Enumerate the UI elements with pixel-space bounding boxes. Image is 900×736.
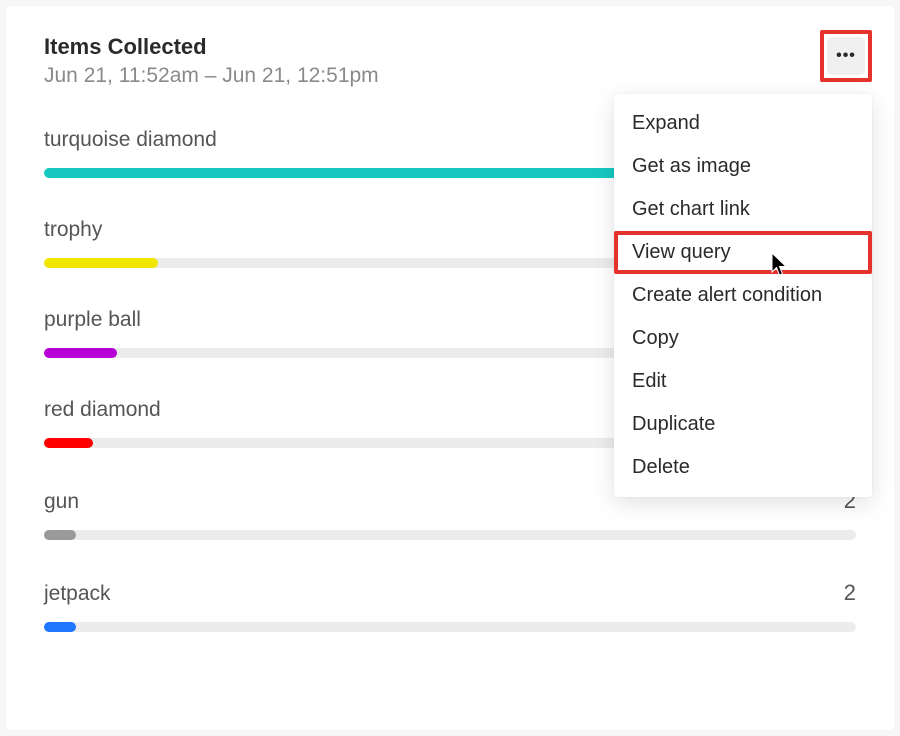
bar-row: jetpack 2 <box>44 580 856 632</box>
menu-item-get-chart-link[interactable]: Get chart link <box>614 188 872 231</box>
menu-item-edit[interactable]: Edit <box>614 360 872 403</box>
menu-item-duplicate[interactable]: Duplicate <box>614 403 872 446</box>
chart-time-range: Jun 21, 11:52am – Jun 21, 12:51pm <box>44 64 856 88</box>
chart-widget-card: ••• Items Collected Jun 21, 11:52am – Ju… <box>6 6 894 730</box>
bar-label: red diamond <box>44 398 161 422</box>
bar-label: gun <box>44 490 79 514</box>
bar-track <box>44 530 856 540</box>
menu-item-create-alert-condition[interactable]: Create alert condition <box>614 274 872 317</box>
bar-fill <box>44 168 661 178</box>
bar-track <box>44 622 856 632</box>
menu-item-view-query[interactable]: View query <box>614 231 872 274</box>
bar-label: purple ball <box>44 308 141 332</box>
menu-item-get-as-image[interactable]: Get as image <box>614 145 872 188</box>
menu-item-copy[interactable]: Copy <box>614 317 872 360</box>
context-menu: ExpandGet as imageGet chart linkView que… <box>614 94 872 497</box>
ellipsis-icon: ••• <box>836 47 856 65</box>
bar-label: trophy <box>44 218 102 242</box>
menu-item-delete[interactable]: Delete <box>614 446 872 489</box>
bar-fill <box>44 258 158 268</box>
menu-item-expand[interactable]: Expand <box>614 102 872 145</box>
bar-fill <box>44 530 76 540</box>
bar-value: 2 <box>844 580 856 606</box>
more-button-highlight: ••• <box>820 30 872 82</box>
bar-fill <box>44 438 93 448</box>
chart-title: Items Collected <box>44 34 856 60</box>
more-button[interactable]: ••• <box>827 37 865 75</box>
bar-fill <box>44 622 76 632</box>
bar-label: jetpack <box>44 582 111 606</box>
bar-fill <box>44 348 117 358</box>
bar-label: turquoise diamond <box>44 128 217 152</box>
bar-label-row: jetpack 2 <box>44 580 856 606</box>
